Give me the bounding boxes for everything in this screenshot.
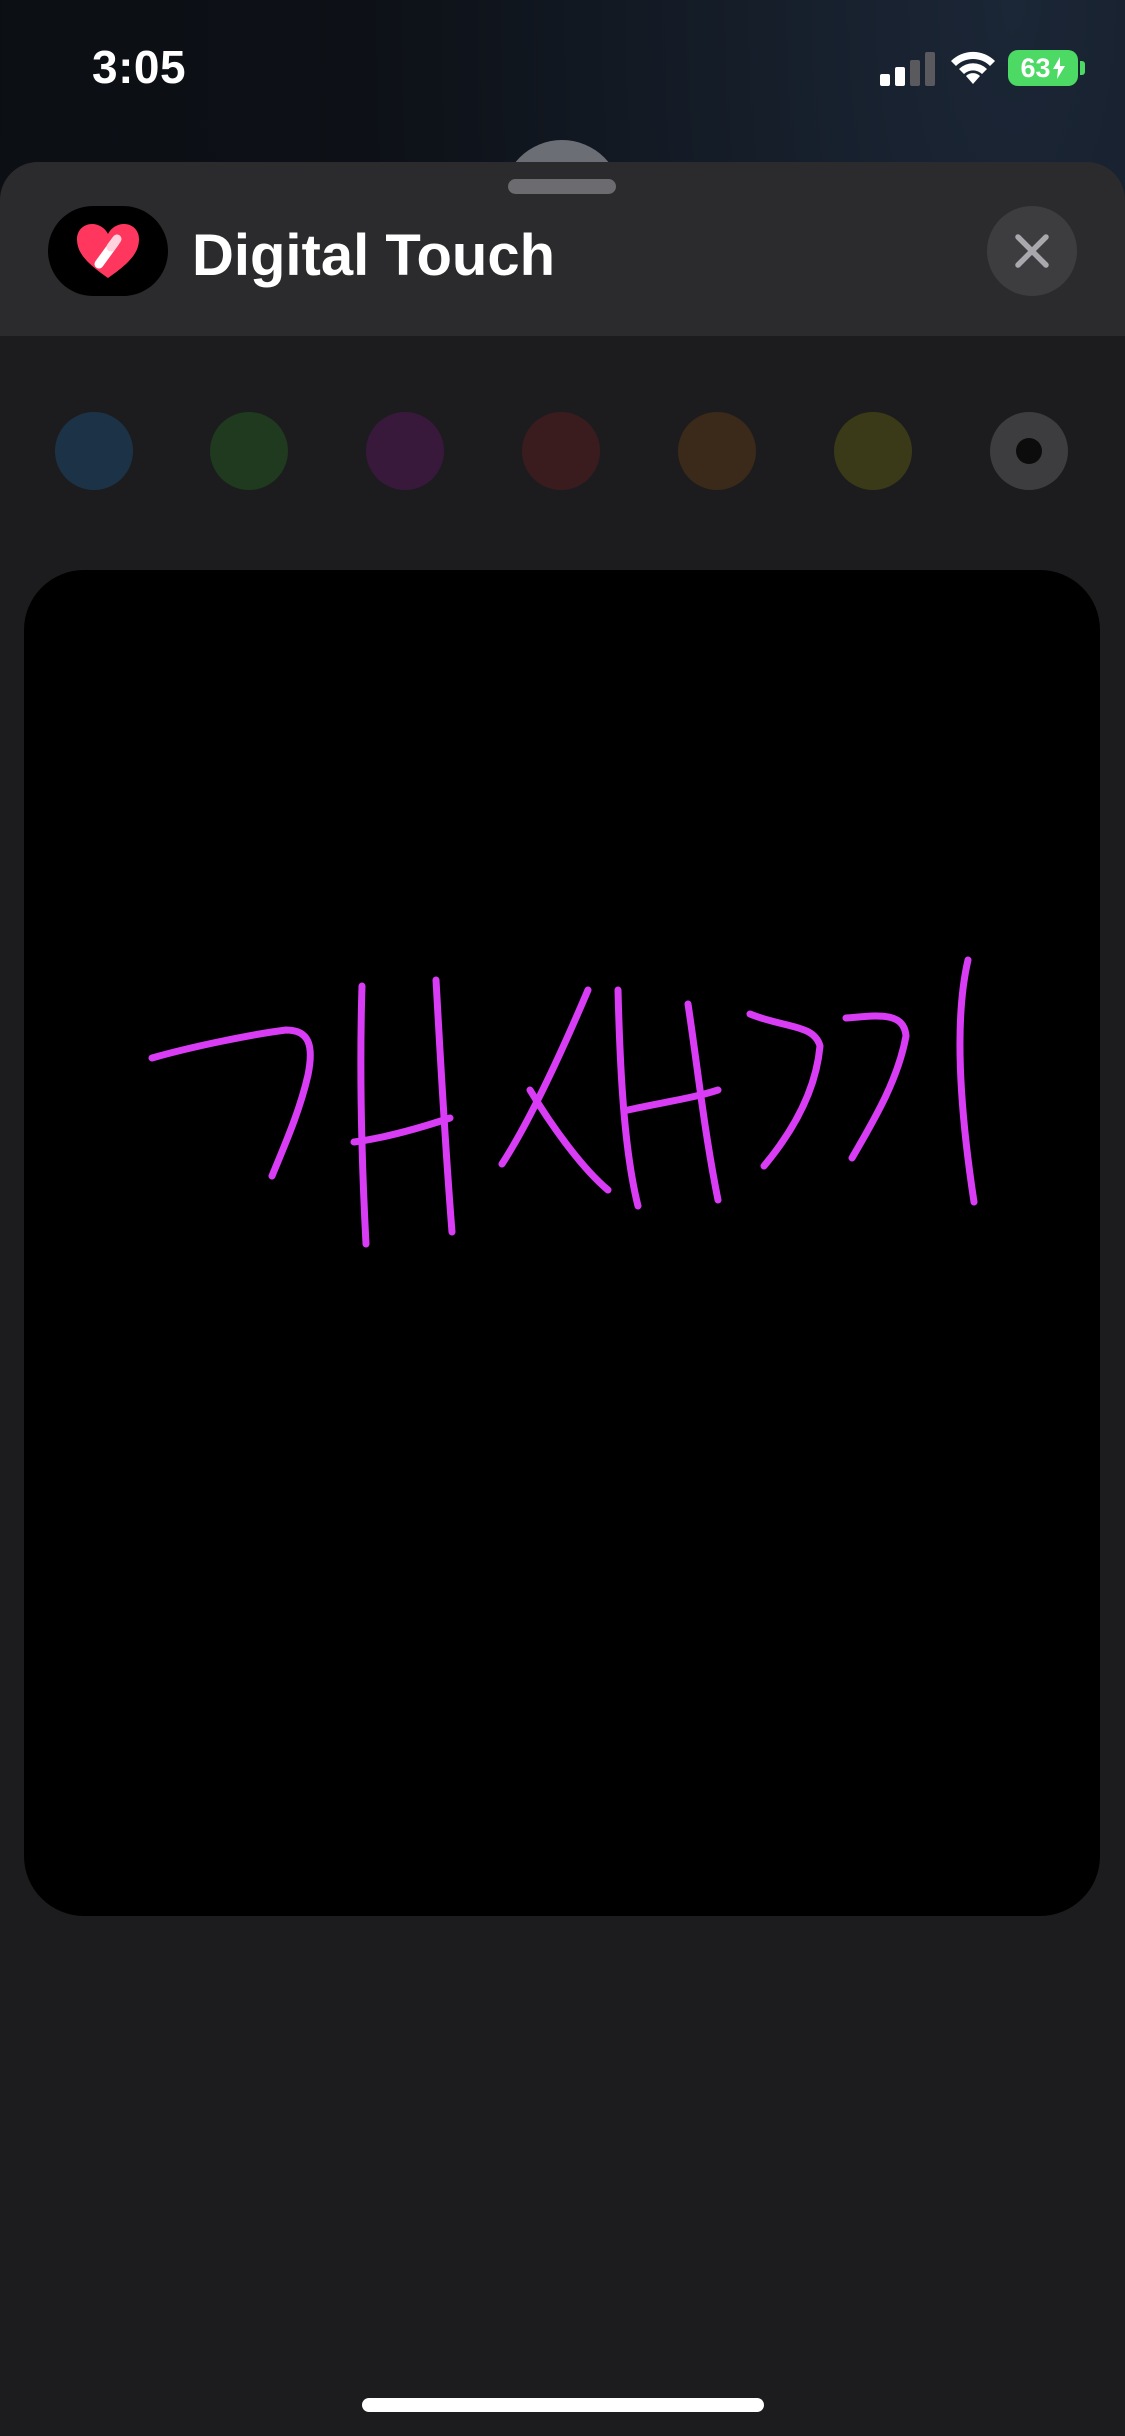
drawing-stroke <box>148 1026 314 1180</box>
drawing-stroke <box>432 976 456 1236</box>
drawing-stroke <box>842 1012 910 1162</box>
drawing-stroke <box>498 986 592 1168</box>
color-swatch-red[interactable] <box>522 412 600 490</box>
color-swatch-purple[interactable] <box>366 412 444 490</box>
cellular-signal-icon <box>880 52 935 86</box>
handwritten-drawing <box>148 956 978 1248</box>
charging-bolt-icon <box>1052 57 1065 79</box>
color-picker-icon <box>1016 438 1042 464</box>
sheet-header: Digital Touch <box>0 162 1125 336</box>
battery-percent: 63 <box>1020 52 1051 83</box>
digital-touch-heart-icon <box>48 206 168 296</box>
status-bar: 3:05 63 <box>0 0 1125 140</box>
color-picker-button[interactable] <box>990 412 1068 490</box>
color-swatch-green[interactable] <box>210 412 288 490</box>
digital-touch-sheet: Digital Touch <box>0 162 1125 2436</box>
drawing-canvas[interactable] <box>24 570 1100 1916</box>
drawing-stroke <box>746 1010 824 1170</box>
battery-charging-icon: 63 <box>1008 50 1078 86</box>
drawing-stroke <box>614 986 642 1210</box>
drawing-stroke <box>357 982 370 1248</box>
battery-cap <box>1080 61 1085 75</box>
drawing-stroke <box>956 956 978 1206</box>
home-indicator[interactable] <box>362 2398 764 2412</box>
sheet-grabber[interactable] <box>508 179 616 194</box>
close-icon <box>1015 234 1049 268</box>
color-swatch-orange[interactable] <box>678 412 756 490</box>
drawing-stroke <box>684 1000 722 1204</box>
color-swatch-blue[interactable] <box>55 412 133 490</box>
close-button[interactable] <box>987 206 1077 296</box>
color-swatch-yellow[interactable] <box>834 412 912 490</box>
drawing-stroke <box>526 1086 612 1194</box>
drawing-stroke <box>350 1114 454 1146</box>
screen: 3:05 63 Digital Touch <box>0 0 1125 2436</box>
color-palette <box>0 412 1125 492</box>
sheet-title: Digital Touch <box>192 223 556 288</box>
wifi-icon <box>951 51 995 84</box>
status-time: 3:05 <box>92 41 187 93</box>
